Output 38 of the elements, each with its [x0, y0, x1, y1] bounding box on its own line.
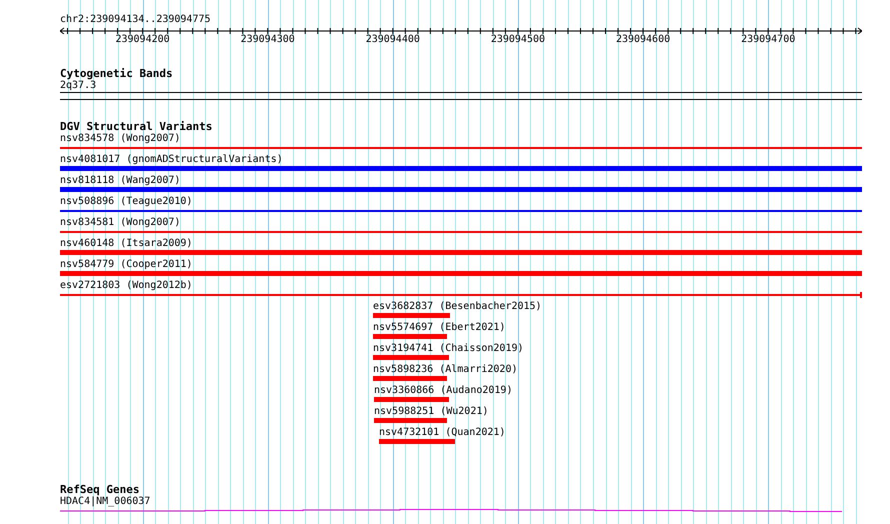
variant-label[interactable]: nsv5988251 (Wu2021): [374, 406, 488, 418]
region-label: chr2:239094134..239094775: [60, 14, 211, 26]
variant-bar[interactable]: [60, 250, 862, 255]
variant-bar[interactable]: [373, 355, 449, 360]
variant-bar[interactable]: [379, 439, 455, 444]
variant-bar[interactable]: [373, 313, 450, 318]
variant-bar[interactable]: [373, 376, 447, 381]
tick-label: 239094300: [240, 34, 295, 46]
variant-label[interactable]: nsv3360866 (Audano2019): [374, 385, 512, 397]
variant-label[interactable]: nsv818118 (Wang2007): [60, 175, 180, 187]
tick-label: 239094700: [741, 34, 796, 46]
band-label: 2q37.3: [60, 80, 96, 92]
variant-bar[interactable]: [374, 418, 447, 423]
variant-bar[interactable]: [373, 334, 447, 339]
variant-bar[interactable]: [60, 271, 862, 276]
variant-label[interactable]: nsv834578 (Wong2007): [60, 133, 180, 145]
tick-label: 239094500: [490, 34, 546, 46]
variant-label[interactable]: nsv4081017 (gnomADStructuralVariants): [60, 154, 283, 166]
variant-label[interactable]: nsv508896 (Teague2010): [60, 196, 192, 208]
variant-bar[interactable]: [60, 187, 862, 192]
variant-label[interactable]: nsv584779 (Cooper2011): [60, 259, 192, 271]
tick-label: 239094600: [616, 34, 670, 46]
track-title: Cytogenetic Bands: [60, 67, 173, 80]
variant-bar[interactable]: [374, 397, 449, 402]
tick-label: 239094400: [366, 34, 420, 46]
gene-label: HDAC4|NM_006037: [60, 496, 150, 508]
variant-label[interactable]: esv3682837 (Besenbacher2015): [373, 301, 542, 313]
variant-label[interactable]: nsv834581 (Wong2007): [60, 217, 180, 229]
track-title: DGV Structural Variants: [60, 120, 212, 133]
variant-label[interactable]: nsv460148 (Itsara2009): [60, 238, 192, 250]
variant-label[interactable]: nsv3194741 (Chaisson2019): [373, 343, 524, 355]
variant-label[interactable]: nsv5898236 (Almarri2020): [373, 364, 518, 376]
track-title: RefSeq Genes: [60, 483, 140, 496]
variant-label[interactable]: nsv4732101 (Quan2021): [379, 427, 506, 439]
variant-label[interactable]: nsv5574697 (Ebert2021): [373, 322, 506, 334]
variant-bar[interactable]: [60, 166, 862, 171]
variant-label[interactable]: esv2721803 (Wong2012b): [60, 280, 192, 292]
tick-label: 239094200: [115, 34, 170, 46]
